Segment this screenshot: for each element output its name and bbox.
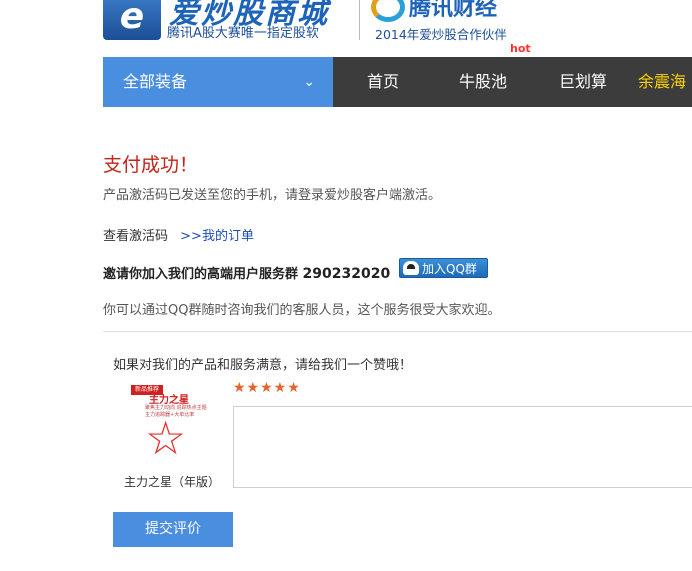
view-code-label: 查看激活码: [103, 229, 169, 244]
activation-message: 产品激活码已发送至您的手机，请登录爱炒股客户端激活。: [103, 188, 442, 203]
product-caption: 主力之星（年版）: [124, 475, 221, 489]
qq-help-text: 你可以通过QQ群随时咨询我们的客服人员，这个服务很受大家欢迎。: [103, 303, 501, 318]
star-rating[interactable]: ★★★★★: [233, 380, 301, 396]
qq-group-number: 290232020: [302, 266, 391, 282]
invite-text: 邀请你加入我们的高端用户服务群: [103, 267, 299, 282]
main-nav: 全部装备 ⌄ 首页 牛股池 hot 巨划算 余震海: [103, 42, 692, 107]
divider: [103, 331, 692, 332]
view-code-row: 查看激活码 >>我的订单: [103, 225, 254, 244]
nav-bargain[interactable]: 巨划算: [559, 57, 607, 107]
join-qq-group-button[interactable]: 加入QQ群: [399, 258, 488, 278]
review-textarea[interactable]: [233, 406, 692, 488]
nav-yu-zhenhai[interactable]: 余震海: [638, 57, 686, 107]
submit-review-button[interactable]: 提交评价: [113, 512, 233, 547]
logo-mark-icon: e: [103, 0, 161, 40]
qq-penguin-icon: [403, 261, 419, 275]
hot-badge: hot: [510, 42, 531, 55]
site-logo[interactable]: e 爱炒股商城 腾讯A股大赛唯一指定股软 腾讯财经 2014年爱炒股合作伙伴: [103, 0, 523, 44]
join-qq-label: 加入QQ群: [422, 262, 477, 276]
logo-divider: [359, 0, 360, 40]
chevron-down-icon: ⌄: [303, 74, 315, 90]
product-image-title: 主力之星: [149, 395, 189, 406]
tencent-finance-icon: [371, 0, 405, 22]
my-orders-link[interactable]: >>我的订单: [180, 229, 254, 244]
nav-home[interactable]: 首页: [367, 57, 399, 107]
all-equipment-dropdown[interactable]: 全部装备 ⌄: [103, 57, 333, 107]
all-equipment-label: 全部装备: [123, 72, 188, 91]
star-logo-icon: ☆: [145, 411, 187, 465]
invite-line: 邀请你加入我们的高端用户服务群 290232020: [103, 263, 390, 282]
partner-subtitle: 2014年爱炒股合作伙伴: [375, 27, 507, 42]
partner-title: 腾讯财经: [409, 0, 498, 21]
product-image: 新品推荐 主力之星 聚焦主力动向 追踪热点主题 主力追踪器+大单比率 ☆: [131, 381, 211, 467]
logo-subtitle: 腾讯A股大赛唯一指定股软: [167, 26, 319, 41]
payment-success-title: 支付成功！: [103, 154, 199, 176]
nav-stock-pool[interactable]: 牛股池: [459, 57, 507, 107]
review-prompt: 如果对我们的产品和服务满意，请给我们一个赞哦！: [113, 358, 413, 373]
